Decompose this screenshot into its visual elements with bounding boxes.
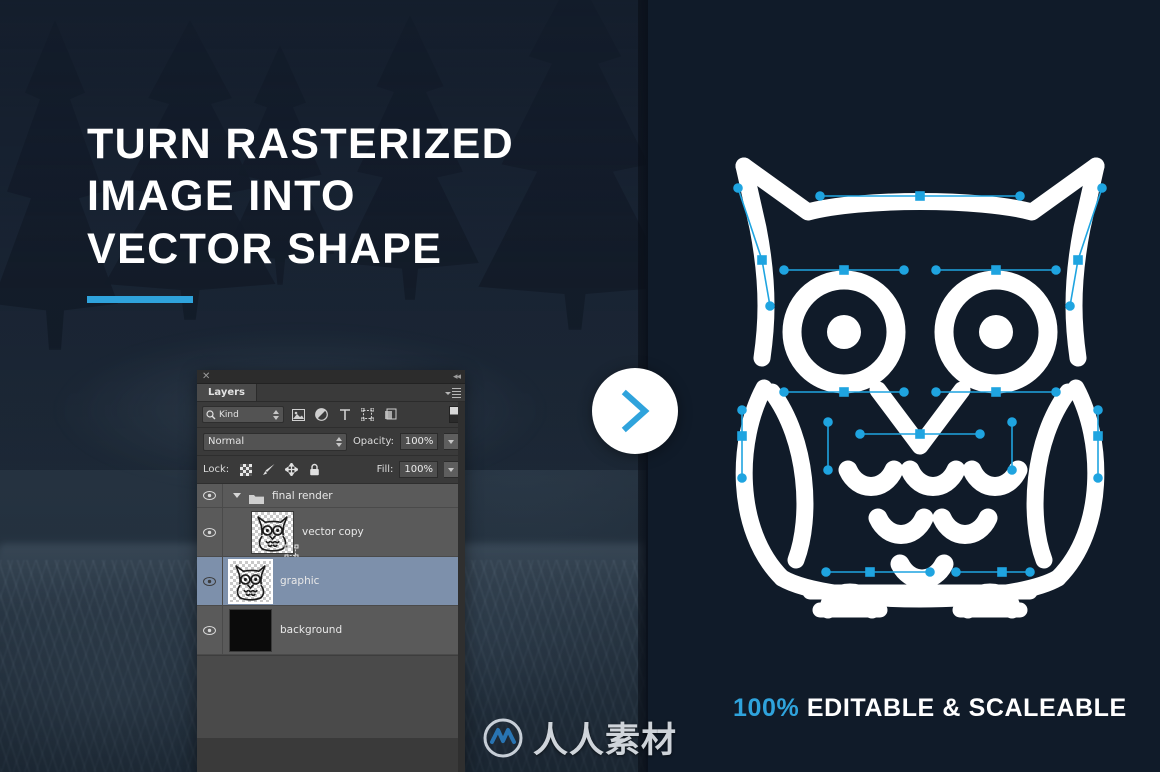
layer-name: background (280, 624, 343, 636)
close-icon[interactable]: ✕ (202, 371, 210, 383)
layers-list: final render vector copy graphic backgro… (197, 484, 465, 738)
fill-label: Fill: (376, 464, 394, 475)
layer-name: final render (272, 489, 333, 502)
layer-visibility-toggle[interactable] (197, 484, 223, 507)
page-title: TURN RASTERIZED IMAGE INTO VECTOR SHAPE (87, 118, 607, 275)
folder-icon (249, 490, 264, 504)
blend-mode-dropdown[interactable]: Normal (203, 432, 347, 451)
spinner-arrows-icon (273, 410, 279, 420)
group-disclosure-icon[interactable] (233, 493, 241, 498)
layer-row-vector-copy[interactable]: vector copy (197, 508, 465, 558)
caption-label: EDITABLE & SCALEABLE (806, 694, 1127, 722)
panel-titlebar: ✕ ◂◂ (197, 370, 465, 384)
lock-position-icon[interactable] (283, 461, 300, 478)
layer-name: vector copy (302, 526, 364, 538)
spinner-arrows-icon (335, 436, 342, 447)
panel-menu-icon[interactable] (445, 387, 461, 399)
photoshop-layers-panel: ✕ ◂◂ Layers Kind Normal Opacity: 100% Lo… (197, 370, 465, 772)
layer-name: graphic (280, 575, 320, 587)
lock-row: Lock: Fill: 100% (197, 456, 465, 484)
next-arrow-button[interactable] (592, 368, 678, 454)
headline-line-2: IMAGE INTO (87, 172, 356, 221)
layer-row-group[interactable]: final render (197, 484, 465, 508)
layer-visibility-toggle[interactable] (197, 606, 223, 654)
poster-canvas: TURN RASTERIZED IMAGE INTO VECTOR SHAPE (0, 0, 1160, 772)
chevron-right-icon (620, 389, 650, 433)
circle-wave-logo-icon (482, 717, 524, 759)
lock-image-pixels-icon[interactable] (260, 461, 277, 478)
lock-label: Lock: (203, 464, 230, 475)
fill-value[interactable]: 100% (399, 461, 438, 478)
watermark: 人人素材 (482, 712, 677, 763)
watermark-text: 人人素材 (533, 721, 678, 761)
filter-kind-label: Kind (219, 409, 239, 420)
panel-tab-row: Layers (197, 384, 465, 402)
opacity-dropdown-icon[interactable] (444, 433, 459, 450)
smart-object-filter-icon[interactable] (382, 406, 399, 423)
lock-transparent-pixels-icon[interactable] (237, 461, 254, 478)
blend-mode-value: Normal (208, 436, 245, 447)
layer-thumbnail[interactable] (228, 558, 273, 604)
type-layer-filter-icon[interactable] (336, 406, 353, 423)
owl-vector-artwork (700, 140, 1140, 650)
layer-row-graphic[interactable]: graphic (197, 557, 465, 606)
layers-empty-area (197, 655, 465, 738)
chevron-down-icon (445, 391, 451, 395)
layer-thumbnail[interactable] (229, 608, 272, 652)
blend-mode-row: Normal Opacity: 100% (197, 428, 465, 456)
fill-dropdown-icon[interactable] (444, 461, 459, 478)
hamburger-lines (452, 388, 461, 398)
owl-body-paths (735, 157, 1105, 619)
caption-percent: 100% (733, 694, 800, 722)
collapse-double-left-icon[interactable]: ◂◂ (453, 371, 461, 383)
tab-layers[interactable]: Layers (197, 384, 257, 401)
caption-text: 100% EDITABLE & SCALEABLE (733, 694, 1127, 723)
pixel-layer-filter-icon[interactable] (290, 406, 307, 423)
shape-layer-filter-icon[interactable] (359, 406, 376, 423)
headline-line-3: VECTOR SHAPE (87, 224, 443, 273)
adjustment-layer-filter-icon[interactable] (313, 406, 330, 423)
layer-visibility-toggle[interactable] (197, 508, 223, 556)
owl-chest-feathers (838, 460, 1028, 589)
headline-line-1: TURN RASTERIZED (87, 120, 515, 168)
opacity-label: Opacity: (352, 436, 395, 447)
layer-row-background[interactable]: background (197, 606, 465, 655)
layer-thumbnail[interactable] (251, 510, 299, 558)
layer-visibility-toggle[interactable] (197, 557, 223, 605)
owl-eyes (782, 270, 1058, 394)
opacity-value[interactable]: 100% (400, 433, 439, 450)
panel-scrollbar[interactable] (458, 402, 465, 772)
accent-divider (87, 296, 193, 303)
search-icon (206, 405, 216, 424)
layer-filter-row: Kind (197, 402, 465, 428)
lock-all-icon[interactable] (306, 461, 323, 478)
filter-kind-dropdown[interactable]: Kind (202, 406, 284, 423)
